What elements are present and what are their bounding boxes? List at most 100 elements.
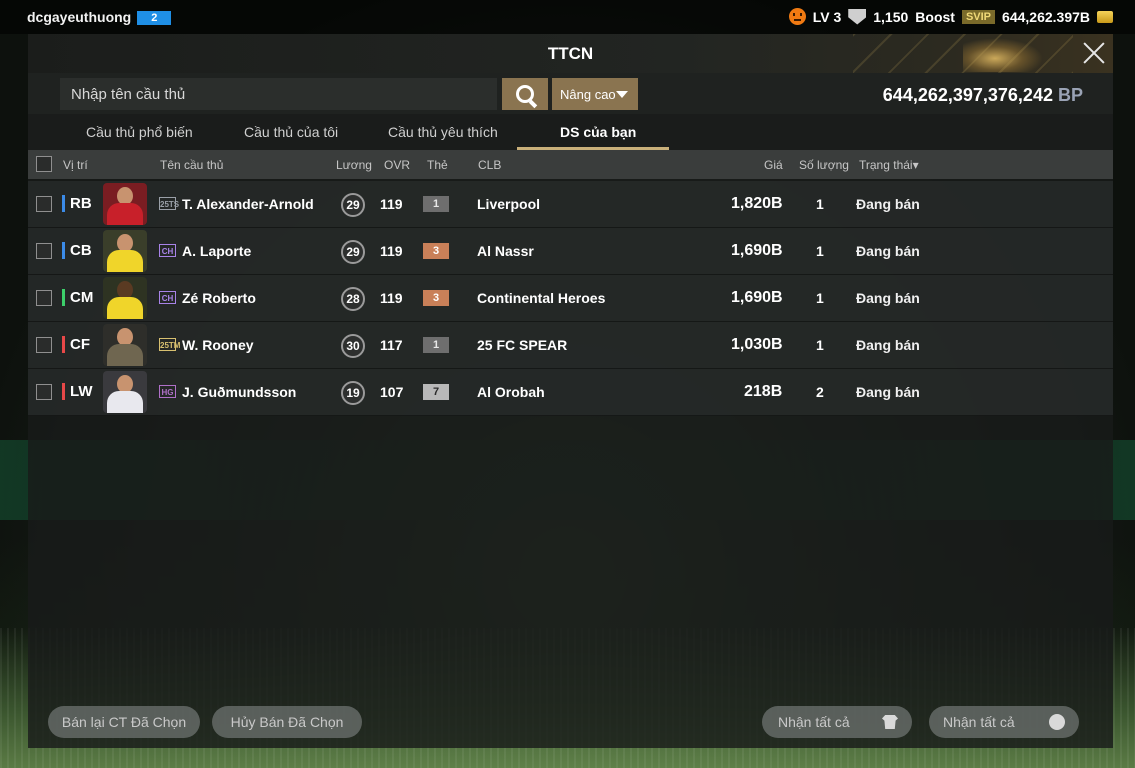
status-text: Đang bán (856, 243, 920, 259)
price-value: 1,690B (731, 289, 783, 306)
player-name: A. Laporte (182, 243, 252, 259)
col-name: Tên cầu thủ (160, 158, 224, 172)
table-row[interactable]: CB CH A. Laporte 29 119 3 Al Nassr 1,690… (28, 228, 1113, 275)
pay-badge: 29 (341, 193, 365, 217)
status-text: Đang bán (856, 384, 920, 400)
status-text: Đang bán (856, 196, 920, 212)
price-value: 1,690B (731, 242, 783, 259)
col-position: Vị trí (63, 158, 88, 172)
position-label: CF (62, 336, 90, 353)
close-icon[interactable] (1082, 41, 1106, 65)
col-club: CLB (478, 158, 502, 172)
grade-badge: 1 (423, 337, 449, 353)
price-value: 1,030B (731, 336, 783, 353)
table-row[interactable]: CF 25TM W. Rooney 30 117 1 25 FC SPEAR 1… (28, 322, 1113, 369)
season-badge: HG (159, 385, 176, 398)
table-row[interactable]: LW HG J. Guðmundsson 19 107 7 Al Orobah … (28, 369, 1113, 416)
tab-your-list[interactable]: DS của bạn (560, 124, 636, 140)
chevron-down-icon (616, 91, 628, 98)
col-pay: Lương (336, 158, 372, 172)
position-label: CB (62, 242, 92, 259)
position-label: LW (62, 383, 93, 400)
col-status[interactable]: Trạng thái▾ (859, 158, 919, 172)
ovr-value: 119 (380, 290, 403, 306)
price-value: 218B (744, 383, 783, 400)
bp-balance: 644,262,397,376,242 BP (883, 85, 1083, 106)
tab-my-players[interactable]: Cầu thủ của tôi (244, 124, 338, 140)
bp-coin-icon (1049, 714, 1065, 730)
row-checkbox[interactable] (36, 337, 52, 353)
top-bar: dcgayeuthuong 2 LV 3 1,150 Boost SVIP 644… (0, 0, 1135, 34)
player-avatar (103, 324, 147, 366)
cancel-sale-selected-button[interactable]: Hủy Bán Đã Chọn (212, 706, 362, 738)
quantity-value: 1 (816, 196, 824, 212)
price-value: 1,820B (731, 195, 783, 212)
position-label: RB (62, 195, 92, 212)
boost-text: Boost (915, 8, 955, 25)
receive-all-bp-label: Nhận tất cả (943, 714, 1015, 730)
player-name: T. Alexander-Arnold (182, 196, 314, 212)
page-title: TTCN (547, 44, 594, 63)
user-info: dcgayeuthuong 2 (27, 9, 172, 25)
tab-favorite-players[interactable]: Cầu thủ yêu thích (388, 124, 498, 140)
grade-badge: 7 (423, 384, 449, 400)
grade-badge: 3 (423, 243, 449, 259)
bp-amount: 644,262,397,376,242 (882, 85, 1053, 105)
bottom-actions: Bán lại CT Đã Chọn Hủy Bán Đã Chọn Nhận … (28, 706, 1113, 738)
col-ovr: OVR (384, 158, 411, 172)
season-badge: CH (159, 244, 176, 257)
table-row[interactable]: RB 25TS T. Alexander-Arnold 29 119 1 Liv… (28, 181, 1113, 228)
transfer-market-panel: TTCN Nâng cao 644,262,397,376,242 BP Cầu… (28, 34, 1113, 748)
player-avatar (103, 277, 147, 319)
pay-badge: 19 (341, 381, 365, 405)
ovr-value: 119 (380, 196, 403, 212)
receive-all-players-label: Nhận tất cả (778, 714, 850, 730)
quantity-value: 1 (816, 337, 824, 353)
season-badge: CH (159, 291, 176, 304)
receive-all-players-button[interactable]: Nhận tất cả (762, 706, 912, 738)
row-checkbox[interactable] (36, 384, 52, 400)
tab-bar: Cầu thủ phổ biến Cầu thủ của tôi Cầu thủ… (28, 114, 1113, 150)
tab-popular-players[interactable]: Cầu thủ phổ biến (86, 124, 193, 140)
mood-face-icon (788, 8, 806, 25)
club-name: 25 FC SPEAR (477, 337, 568, 353)
search-button[interactable] (502, 78, 548, 110)
search-box (60, 78, 497, 110)
table-row[interactable]: CM CH Zé Roberto 28 119 3 Continental He… (28, 275, 1113, 322)
club-name: Al Orobah (477, 384, 545, 400)
currency-text: 644,262.397B (1002, 8, 1090, 25)
select-all-checkbox[interactable] (36, 156, 52, 172)
row-checkbox[interactable] (36, 243, 52, 259)
grade-badge: 1 (423, 196, 449, 212)
pay-badge: 29 (341, 240, 365, 264)
position-label: CM (62, 289, 93, 306)
shirt-icon (882, 715, 898, 729)
search-input[interactable] (60, 78, 497, 110)
player-name: J. Guðmundsson (182, 384, 297, 400)
club-name: Liverpool (477, 196, 541, 212)
pay-badge: 28 (341, 287, 365, 311)
trophy-decoration-icon (963, 38, 1043, 72)
top-stats: LV 3 1,150 Boost SVIP 644,262.397B (788, 8, 1113, 25)
col-quantity: Số lượng (799, 158, 849, 172)
search-row: Nâng cao 644,262,397,376,242 BP (28, 73, 1113, 114)
quantity-value: 1 (816, 243, 824, 259)
ovr-value: 119 (380, 243, 403, 259)
pay-badge: 30 (341, 334, 365, 358)
ovr-value: 117 (380, 337, 403, 353)
points-text: 1,150 (873, 8, 909, 25)
advanced-filter-dropdown[interactable]: Nâng cao (552, 78, 638, 110)
receive-all-bp-button[interactable]: Nhận tất cả (929, 706, 1079, 738)
status-text: Đang bán (856, 290, 920, 306)
user-badge: 2 (137, 11, 172, 25)
search-icon (516, 85, 534, 103)
bp-unit: BP (1057, 85, 1083, 105)
coin-icon (1097, 10, 1113, 23)
row-checkbox[interactable] (36, 196, 52, 212)
player-name: Zé Roberto (182, 290, 256, 306)
col-grade: Thẻ (427, 158, 448, 172)
table-header: Vị trí Tên cầu thủ Lương OVR Thẻ CLB Giá… (28, 150, 1113, 179)
row-checkbox[interactable] (36, 290, 52, 306)
svip-badge: SVIP (961, 9, 996, 24)
resell-selected-button[interactable]: Bán lại CT Đã Chọn (48, 706, 200, 738)
